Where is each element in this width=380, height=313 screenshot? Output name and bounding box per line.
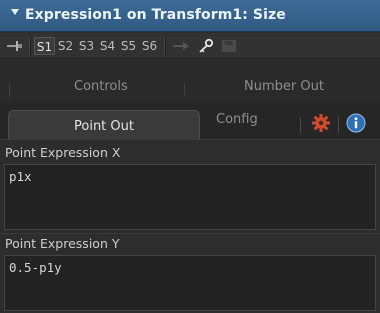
divider [0,233,380,234]
key-icon[interactable] [197,38,215,54]
link-icon[interactable] [172,38,190,54]
version-slot-s2[interactable]: S2 [55,37,76,55]
save-icon[interactable] [220,38,238,54]
gear-icon[interactable] [311,113,331,133]
version-slot-s6[interactable]: S6 [139,37,160,55]
version-slot-s5[interactable]: S5 [118,37,139,55]
version-slot-s3[interactable]: S3 [76,37,97,55]
separator [29,37,31,55]
version-bar: S1 S2 S3 S4 S5 S6 [0,33,380,59]
tab-separator [300,117,301,133]
tab-controls[interactable]: Controls [74,79,128,94]
tab-separator [338,117,339,133]
version-slot-s4[interactable]: S4 [97,37,118,55]
info-icon[interactable] [346,113,366,133]
tool-header[interactable]: Expression1 on Transform1: Size [0,0,380,32]
tab-point-out[interactable]: Point Out [8,110,200,140]
separator [164,37,166,55]
tab-number-out[interactable]: Number Out [244,79,324,94]
pin-icon[interactable] [6,39,24,53]
collapse-triangle-icon[interactable] [11,9,19,15]
point-expression-x-field[interactable]: p1x [4,164,376,230]
version-slot-s1[interactable]: S1 [34,37,55,55]
tab-separator [184,83,185,97]
tab-row-upper: Controls Number Out [0,60,380,102]
inspector-panel: Expression1 on Transform1: Size S1 S2 S3… [0,0,380,313]
tab-row-lower: Point Out Config [0,102,380,140]
tab-separator [9,83,10,97]
tool-title: Expression1 on Transform1: Size [25,7,286,23]
point-expression-x-label: Point Expression X [5,145,121,160]
point-expression-y-field[interactable]: 0.5-p1y [4,255,376,311]
tab-config[interactable]: Config [216,112,276,127]
point-expression-y-label: Point Expression Y [5,236,120,251]
